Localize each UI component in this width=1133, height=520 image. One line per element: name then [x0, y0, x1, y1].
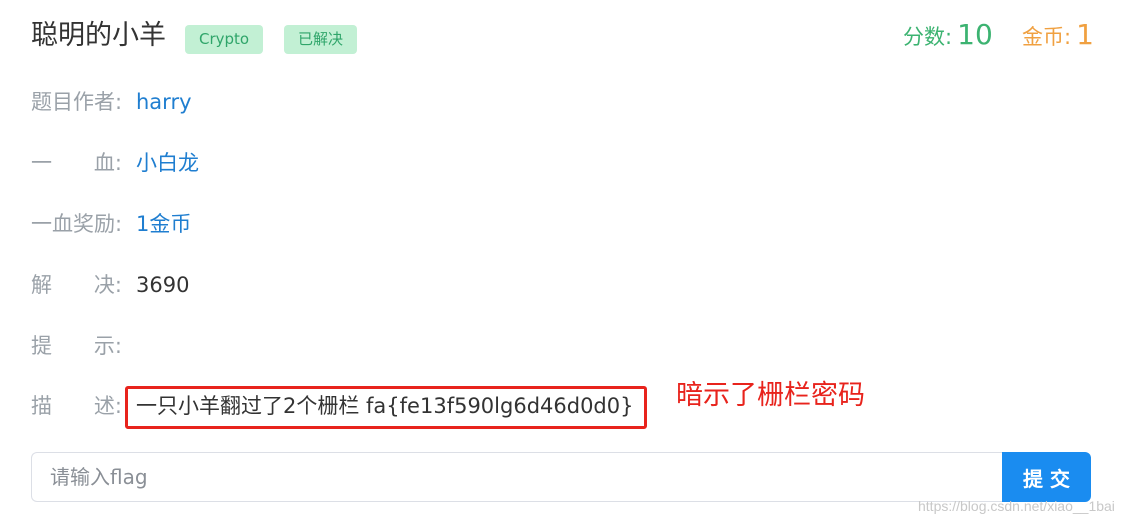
- watermark: https://blog.csdn.net/xiao__1bai: [918, 498, 1115, 514]
- description-text: 一只小羊翻过了2个栅栏 fa{fe13f590lg6d46d0d0}: [136, 394, 634, 418]
- hint-label: 提 示:: [31, 334, 122, 358]
- coins-value: 1: [1076, 18, 1094, 51]
- first-blood-label: 一 血:: [31, 151, 122, 175]
- score-value: 10: [957, 18, 993, 51]
- coins-label: 金币:: [1022, 25, 1072, 49]
- solved-status-tag: 已解决: [284, 25, 358, 54]
- category-tag: Crypto: [185, 25, 264, 54]
- author-link[interactable]: harry: [136, 90, 192, 114]
- solved-count-value: 3690: [136, 273, 190, 297]
- challenge-title: 聪明的小羊: [31, 20, 166, 51]
- flag-input[interactable]: [31, 452, 1003, 502]
- author-label: 题目作者:: [31, 90, 123, 114]
- annotation-note: 暗示了栅栏密码: [676, 380, 865, 411]
- submit-button[interactable]: 提 交: [1002, 452, 1091, 502]
- score-label: 分数:: [903, 25, 953, 49]
- first-blood-reward-row: 一血奖励: 1金币: [31, 208, 191, 240]
- first-blood-row: 一 血: 小白龙: [31, 147, 199, 179]
- description-row: 描 述:: [31, 390, 136, 422]
- reward-label: 一血奖励:: [31, 212, 123, 236]
- reward-value: 1金币: [136, 212, 192, 236]
- score-display: 分数: 10: [903, 18, 993, 51]
- coins-display: 金币: 1: [1022, 18, 1094, 51]
- description-label: 描 述:: [31, 394, 122, 418]
- author-row: 题目作者: harry: [31, 86, 192, 118]
- first-blood-user-link[interactable]: 小白龙: [136, 151, 199, 175]
- hint-row: 提 示:: [31, 330, 136, 362]
- solved-count-row: 解 决: 3690: [31, 269, 189, 301]
- solved-label: 解 决:: [31, 273, 122, 297]
- challenge-page: 聪明的小羊 Crypto 已解决 分数: 10 金币: 1 题目作者: harry…: [0, 0, 1133, 520]
